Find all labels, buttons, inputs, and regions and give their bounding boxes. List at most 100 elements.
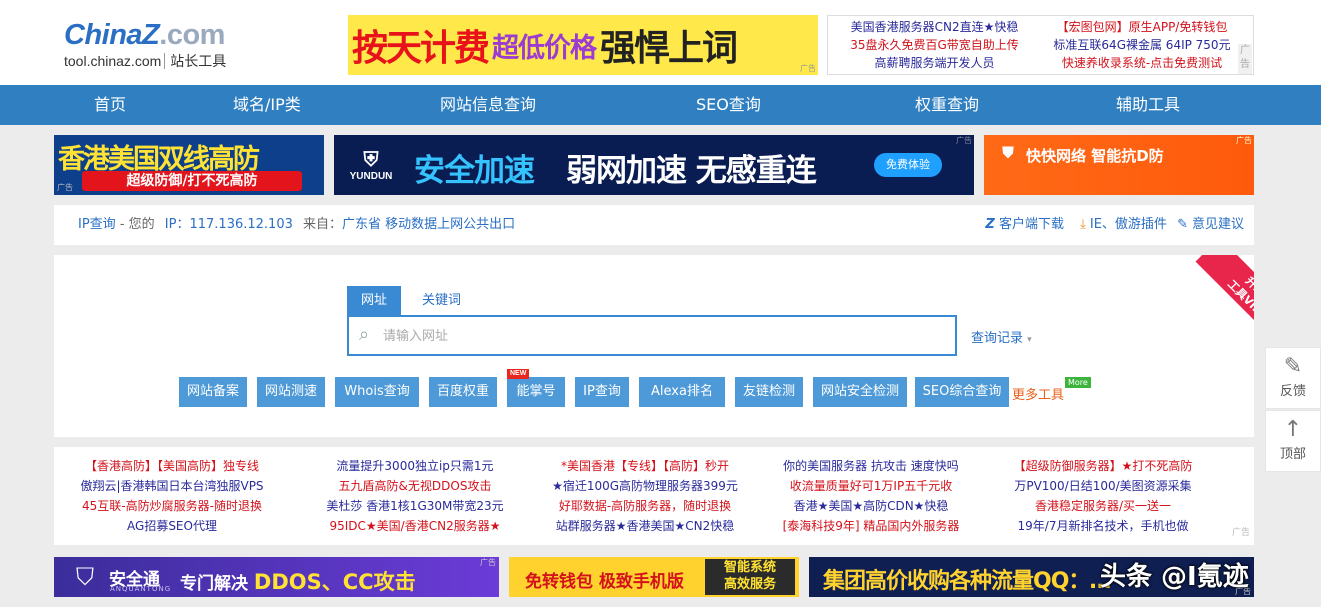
text-ad-link[interactable]: ★宿迁100G高防物理服务器399元	[540, 476, 750, 496]
text-ad-link[interactable]: *美国香港【专线】【高防】秒开	[540, 456, 750, 476]
quick-btn-baidu-weight[interactable]: 百度权重	[429, 377, 497, 407]
text-ad-link[interactable]: 收流量质量好可1万IP五千元收	[766, 476, 976, 496]
url-search-input[interactable]	[383, 325, 943, 347]
text-ad-link[interactable]: 【超级防御服务器】★打不死高防	[998, 456, 1208, 476]
header-text-ad[interactable]: 【宏图包网】原生APP/免转钱包	[1037, 18, 1247, 36]
banner3-text: 快快网络 智能抗D防	[1026, 147, 1164, 165]
ip-label: IP：	[164, 217, 190, 232]
bt1-text-2: DDOS、CC攻击	[253, 570, 416, 594]
side-feedback-label: 反馈	[1279, 384, 1306, 399]
yours-label: - 您的	[119, 217, 155, 232]
quick-btn-speed[interactable]: 网站测速	[257, 377, 325, 407]
tab-keyword[interactable]: 关键词	[408, 286, 475, 315]
bt3-text: 集团高价收购各种流量QQ：…	[823, 569, 1111, 594]
ad-label-side: 广告	[1238, 44, 1252, 74]
header-text-ads: 美国香港服务器CN2直连★快稳 【宏图包网】原生APP/免转钱包 35盘永久免费百G…	[827, 15, 1254, 75]
query-history-dropdown[interactable]: 查询记录 ▾	[971, 327, 1032, 346]
edit-icon: ✎	[1177, 217, 1188, 232]
quick-btn-alexa[interactable]: Alexa排名	[639, 377, 725, 407]
search-box: ⌕	[347, 315, 957, 356]
search-panel: 网址 关键词 ⌕ 查询记录 ▾ 升级 工具VIP 网站备案 网站测速 Whois…	[54, 255, 1254, 437]
text-ads-grid: 广告 【香港高防】【美国高防】独专线 傲翔云|香港韩国日本台湾独服VPS 45互联-…	[54, 447, 1254, 545]
shield-icon: ⛉	[76, 563, 94, 591]
ip-query-link[interactable]: IP查询	[78, 217, 116, 232]
chinaz-logo[interactable]: ChinaZ.com tool.chinaz.com 站长工具	[64, 18, 254, 74]
yundun-logo-icon: ⛨	[363, 149, 379, 171]
header-text-ad[interactable]: 快速养收录系统-点击免费测试	[1037, 54, 1247, 72]
logo-domain: tool.chinaz.com	[64, 53, 162, 69]
header-text-ad[interactable]: 35盘永久免费百G带宽自助上传	[832, 36, 1037, 54]
bottom-ad-wallet[interactable]: 免转钱包 极致手机版 智能系统 高效服务	[509, 557, 799, 597]
text-ad-link[interactable]: 香港稳定服务器/买一送一	[998, 496, 1208, 516]
logo-main-text: ChinaZ	[64, 19, 160, 51]
header-text-ad[interactable]: 标准互联64G裸金属 64IP 750元	[1037, 36, 1247, 54]
text-ad-link[interactable]: 站群服务器★香港美国★CN2快稳	[540, 516, 750, 536]
quick-btn-icp[interactable]: 网站备案	[179, 377, 247, 407]
ad-label: 广告	[800, 64, 816, 73]
quick-btn-friend-links[interactable]: 友链检测	[735, 377, 803, 407]
quick-btn-seo[interactable]: SEO综合查询	[915, 377, 1009, 407]
more-tools-link[interactable]: 更多工具	[1012, 384, 1064, 403]
text-ad-link[interactable]: 好耶数据-高防服务器，随时退换	[540, 496, 750, 516]
side-feedback-button[interactable]: ✎ 反馈	[1265, 347, 1321, 409]
banner-ad-yundun[interactable]: ⛨ YUNDUN 安全加速 弱网加速 无感重连 免费体验 广告	[334, 135, 974, 195]
quick-btn-whois[interactable]: Whois查询	[335, 377, 419, 407]
vip-ribbon-text: 升级 工具VIP	[1195, 255, 1254, 325]
side-top-button[interactable]: ↑ 顶部	[1265, 410, 1321, 472]
header-banner-ad[interactable]: 按天计费 超低价格 强悍上词 广告	[348, 15, 818, 75]
ad-text-3: 强悍上词	[600, 28, 738, 69]
text-ad-link[interactable]: [泰海科技9年] 精品国内外服务器	[766, 516, 976, 536]
text-ad-link[interactable]: 香港★美国★高防CDN★快稳	[766, 496, 976, 516]
nav-home[interactable]: 首页	[94, 85, 126, 125]
bottom-ad-anquantong[interactable]: ⛉ 安全通 ANQUANTONG 专门解决 DDOS、CC攻击 广告	[54, 557, 499, 597]
banner1-sub: 超级防御/打不死高防	[82, 171, 302, 191]
ad-label: 广告	[1231, 528, 1250, 538]
nav-domain-ip[interactable]: 域名/IP类	[233, 85, 301, 125]
banner-ad-kuaikuai[interactable]: ⛊ 快快网络 智能抗D防 广告	[984, 135, 1254, 195]
text-ad-column: 【超级防御服务器】★打不死高防 万PV100/日结100/美图资源采集 香港稳定服务…	[998, 456, 1208, 536]
text-ad-link[interactable]: 美杜莎 香港1核1G30M带宽23元	[310, 496, 520, 516]
feedback-link[interactable]: 意见建议	[1192, 217, 1244, 232]
text-ad-link[interactable]: 你的美国服务器 抗攻击 速度快吗	[766, 456, 976, 476]
nav-aux-tools[interactable]: 辅助工具	[1116, 85, 1180, 125]
banner-ad-hk-us[interactable]: 香港美国双线高防 超级防御/打不死高防 广告	[54, 135, 324, 195]
text-ad-link[interactable]: 【香港高防】【美国高防】独专线	[72, 456, 272, 476]
text-ad-column: 【香港高防】【美国高防】独专线 傲翔云|香港韩国日本台湾独服VPS 45互联-高防炒…	[72, 456, 272, 536]
text-ad-link[interactable]: 傲翔云|香港韩国日本台湾独服VPS	[72, 476, 272, 496]
text-ad-link[interactable]: 流量提升3000独立ip只需1元	[310, 456, 520, 476]
search-icon: ⌕	[359, 324, 370, 345]
text-ad-link[interactable]: 五九盾高防&无视DDOS攻击	[310, 476, 520, 496]
ad-label: 广告	[480, 558, 496, 567]
quick-btn-security[interactable]: 网站安全检测	[813, 377, 907, 407]
text-ad-link[interactable]: 万PV100/日结100/美图资源采集	[998, 476, 1208, 496]
bt1-text-1: 专门解决	[180, 574, 248, 594]
quick-btn-ip[interactable]: IP查询	[575, 377, 629, 407]
ad-text-2: 超低价格	[492, 32, 597, 64]
bt2-box: 智能系统 高效服务	[705, 559, 795, 595]
tab-url[interactable]: 网址	[347, 286, 402, 315]
location-value: 广东省 移动数据上网公共出口	[342, 217, 516, 232]
banner2-free-trial-button[interactable]: 免费体验	[874, 153, 942, 177]
ad-label: 广告	[1236, 136, 1252, 145]
ad-text-1: 按天计费	[352, 28, 490, 69]
plugins-link[interactable]: IE、傲游插件	[1090, 217, 1167, 232]
caret-down-icon: ▾	[1027, 335, 1032, 345]
ad-label: 广告	[57, 183, 73, 192]
nav-weight[interactable]: 权重查询	[915, 85, 979, 125]
text-ad-link[interactable]: 95IDC★美国/香港CN2服务器★	[310, 516, 520, 536]
text-ad-link[interactable]: AG招募SEO代理	[72, 516, 272, 536]
nav-seo[interactable]: SEO查询	[696, 85, 761, 125]
client-download-link[interactable]: 客户端下载	[999, 217, 1064, 232]
header-text-ad[interactable]: 高薪聘服务端开发人员	[832, 54, 1037, 72]
text-ad-column: 你的美国服务器 抗攻击 速度快吗 收流量质量好可1万IP五千元收 香港★美国★高防C…	[766, 456, 976, 536]
bt2-text: 免转钱包 极致手机版	[525, 572, 684, 592]
upgrade-vip-ribbon[interactable]: 升级 工具VIP	[1184, 255, 1254, 325]
more-badge: More	[1065, 377, 1091, 388]
nav-site-info[interactable]: 网站信息查询	[440, 85, 536, 125]
chinaz-z-icon: Z	[985, 217, 995, 232]
text-ad-link[interactable]: 45互联-高防炒腐服务器-随时退换	[72, 496, 272, 516]
header-text-ad[interactable]: 美国香港服务器CN2直连★快稳	[832, 18, 1037, 36]
text-ad-link[interactable]: 19年/7月新排名技术，手机也做	[998, 516, 1208, 536]
side-top-label: 顶部	[1279, 447, 1306, 462]
quick-btn-nengzhanghao[interactable]: 能掌号 NEW	[507, 369, 565, 407]
